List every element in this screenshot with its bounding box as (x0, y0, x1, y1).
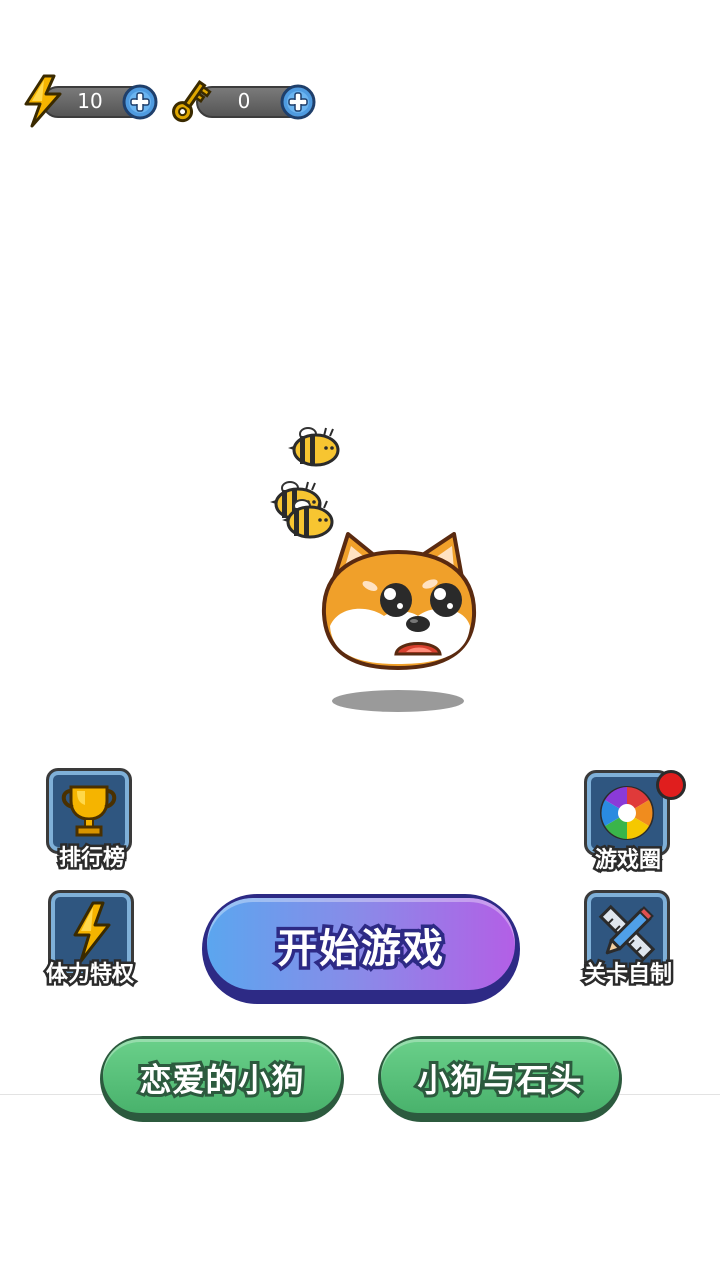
aperture-icon (600, 786, 654, 840)
love-dog-mode-label: 恋爱的小狗 (136, 1058, 306, 1102)
key-icon (168, 74, 212, 128)
leaderboard-label: 排行榜 (56, 844, 127, 874)
notification-dot (656, 770, 686, 800)
stamina-privilege-label: 体力特权 (43, 960, 136, 990)
lightning-icon (20, 74, 66, 128)
trophy-icon (61, 785, 117, 837)
add-keys-button[interactable] (280, 84, 316, 120)
dog-and-stone-mode-label: 小狗与石头 (414, 1058, 584, 1102)
plus-icon (280, 84, 316, 120)
love-dog-mode-button[interactable]: 恋爱的小狗 (100, 1036, 344, 1122)
energy-value: 10 (77, 89, 103, 113)
shiba-dog (314, 530, 482, 676)
keys-value: 0 (237, 89, 251, 113)
level-editor-label: 关卡自制 (581, 960, 674, 990)
start-game-button[interactable]: 开始游戏 (202, 894, 520, 1004)
start-game-label: 开始游戏 (274, 923, 447, 976)
game-screen: 10 0 排行榜 体力特权 游戏圈 关卡自制 开始游戏 恋爱的小狗 小狗与石头 (0, 0, 720, 1280)
add-energy-button[interactable] (122, 84, 158, 120)
dog-shadow (332, 690, 464, 712)
plus-icon (122, 84, 158, 120)
game-circle-label: 游戏圈 (592, 846, 663, 876)
bee-1 (286, 424, 342, 468)
dog-and-stone-mode-button[interactable]: 小狗与石头 (378, 1036, 622, 1122)
